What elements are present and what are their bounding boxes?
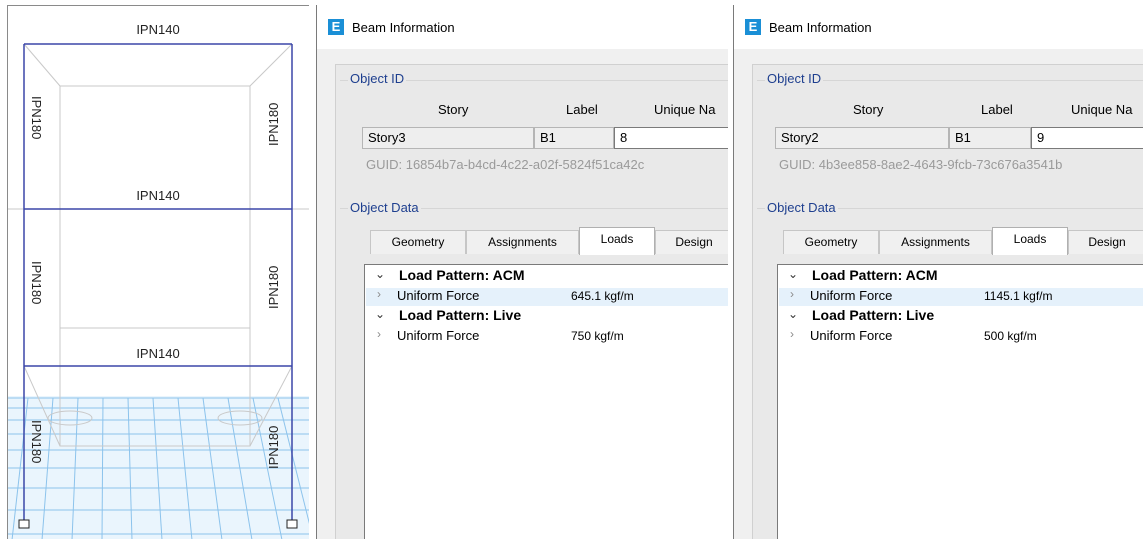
title-bar[interactable]: E Beam Information	[317, 5, 728, 49]
load-pattern-title: Load Pattern: ACM	[812, 267, 938, 283]
object-data-group-title: Object Data	[765, 200, 838, 215]
property-value: 750 kgf/m	[571, 329, 624, 343]
unique-name-column-header: Unique Na	[654, 102, 716, 117]
column-label-top-left: IPN180	[29, 96, 44, 140]
label-column-header: Label	[566, 102, 598, 117]
object-data-group-title: Object Data	[348, 200, 421, 215]
column-label-low-right: IPN180	[266, 425, 281, 469]
tree-row-property[interactable]: › Uniform Force 500 kgf/m	[778, 327, 1143, 347]
chevron-down-icon[interactable]: ⌄	[788, 267, 798, 281]
tab-assignments[interactable]: Assignments	[466, 230, 579, 254]
story-column-header: Story	[438, 102, 469, 117]
chevron-down-icon[interactable]: ⌄	[788, 307, 798, 321]
beam-info-window-left[interactable]: E Beam Information Object ID Story Label…	[316, 5, 728, 539]
chevron-right-icon[interactable]: ›	[377, 327, 381, 341]
load-pattern-title: Load Pattern: Live	[812, 307, 935, 323]
property-name: Uniform Force	[397, 328, 480, 343]
tree-row-property[interactable]: › Uniform Force 750 kgf/m	[365, 327, 728, 347]
label-column-header: Label	[981, 102, 1013, 117]
form-panel: Object ID Story Label Unique Na Story3 B…	[335, 64, 728, 539]
chevron-right-icon[interactable]: ›	[790, 327, 794, 341]
chevron-down-icon[interactable]: ⌄	[375, 307, 385, 321]
tab-geometry[interactable]: Geometry	[370, 230, 466, 254]
object-id-group-title: Object ID	[348, 71, 407, 86]
guid-text: GUID: 16854b7a-b4cd-4c22-a02f-5824f51ca4…	[366, 157, 645, 172]
column-label-top-right: IPN180	[266, 102, 281, 146]
chevron-right-icon[interactable]: ›	[377, 287, 381, 301]
back-frame-guides	[8, 43, 309, 447]
frame-drawing[interactable]	[8, 6, 309, 539]
property-value: 645.1 kgf/m	[571, 289, 634, 303]
column-label-mid-left: IPN180	[29, 261, 44, 305]
tree-row-property[interactable]: › Uniform Force 1145.1 kgf/m	[778, 287, 1143, 307]
load-pattern-title: Load Pattern: Live	[399, 307, 522, 323]
tree-row-pattern[interactable]: ⌄ Load Pattern: Live	[365, 307, 728, 327]
story-field: Story3	[362, 127, 534, 149]
beam-label-low: IPN140	[136, 346, 180, 361]
model-3d-view[interactable]: IPN140 IPN140 IPN140 IPN180 IPN180 IPN18…	[7, 5, 309, 539]
column-label-mid-right: IPN180	[266, 265, 281, 309]
chevron-down-icon[interactable]: ⌄	[375, 267, 385, 281]
property-value: 1145.1 kgf/m	[984, 289, 1053, 303]
tab-loads[interactable]: Loads	[992, 227, 1068, 255]
tree-row-pattern[interactable]: ⌄ Load Pattern: Live	[778, 307, 1143, 327]
property-name: Uniform Force	[810, 288, 893, 303]
window-title: Beam Information	[769, 19, 872, 35]
label-field: B1	[534, 127, 614, 149]
label-field: B1	[949, 127, 1031, 149]
object-id-group-title: Object ID	[765, 71, 824, 86]
guid-text: GUID: 4b3ee858-8ae2-4643-9fcb-73c676a354…	[779, 157, 1063, 172]
floor-grid	[8, 396, 309, 539]
load-pattern-title: Load Pattern: ACM	[399, 267, 525, 283]
unique-name-column-header: Unique Na	[1071, 102, 1133, 117]
chevron-right-icon[interactable]: ›	[790, 287, 794, 301]
beam-label-top: IPN140	[136, 22, 180, 37]
beam-info-window-right[interactable]: E Beam Information Object ID Story Label…	[733, 5, 1143, 539]
story-field: Story2	[775, 127, 949, 149]
object-data-tabs: Geometry Assignments Loads Design	[783, 227, 1143, 255]
property-name: Uniform Force	[397, 288, 480, 303]
column-label-low-left: IPN180	[29, 420, 44, 464]
window-title: Beam Information	[352, 19, 455, 35]
unique-name-field[interactable]: 8	[614, 127, 728, 149]
story-column-header: Story	[853, 102, 884, 117]
etabs-app-icon: E	[745, 19, 761, 35]
beam-label-mid: IPN140	[136, 188, 180, 203]
loads-tree[interactable]: ⌄ Load Pattern: ACM › Uniform Force 1145…	[777, 264, 1143, 539]
tab-design[interactable]: Design	[1068, 230, 1143, 254]
tree-row-pattern[interactable]: ⌄ Load Pattern: ACM	[778, 267, 1143, 287]
tab-assignments[interactable]: Assignments	[879, 230, 992, 254]
tab-geometry[interactable]: Geometry	[783, 230, 879, 254]
tab-design[interactable]: Design	[655, 230, 728, 254]
tree-row-pattern[interactable]: ⌄ Load Pattern: ACM	[365, 267, 728, 287]
tree-row-property[interactable]: › Uniform Force 645.1 kgf/m	[365, 287, 728, 307]
loads-tree[interactable]: ⌄ Load Pattern: ACM › Uniform Force 645.…	[364, 264, 728, 539]
tab-loads[interactable]: Loads	[579, 227, 655, 255]
object-data-tabs: Geometry Assignments Loads Design	[370, 227, 728, 255]
etabs-app-icon: E	[328, 19, 344, 35]
unique-name-field[interactable]: 9	[1031, 127, 1143, 149]
form-panel: Object ID Story Label Unique Na Story2 B…	[752, 64, 1143, 539]
property-name: Uniform Force	[810, 328, 893, 343]
property-value: 500 kgf/m	[984, 329, 1037, 343]
title-bar[interactable]: E Beam Information	[734, 5, 1143, 49]
